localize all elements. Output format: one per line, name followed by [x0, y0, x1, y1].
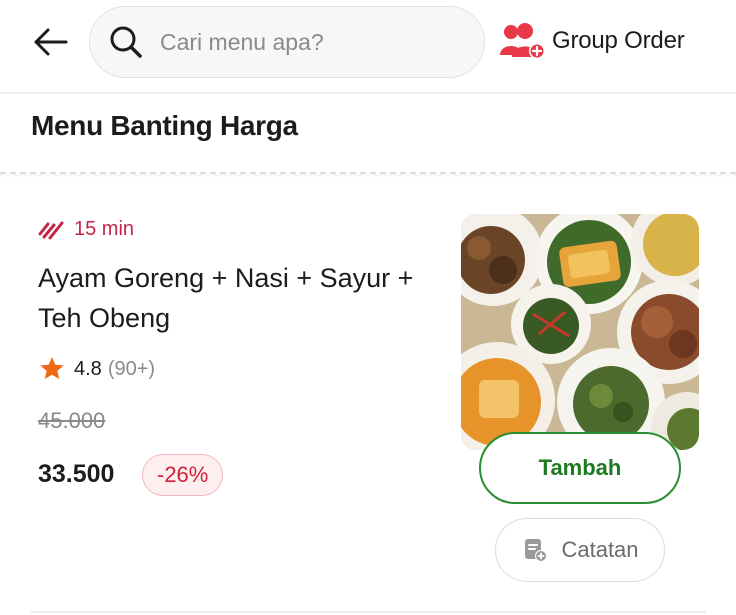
- add-to-cart-button[interactable]: Tambah: [479, 432, 681, 504]
- speed-icon: [38, 220, 68, 240]
- search-input[interactable]: [160, 28, 460, 56]
- rating-count: (90+): [107, 357, 156, 380]
- group-order-button[interactable]: Group Order: [500, 20, 685, 62]
- rating-value: 4.8: [74, 357, 102, 380]
- rating: 4.8 (90+): [38, 355, 155, 383]
- top-bar: Group Order: [0, 0, 736, 92]
- item-name: Ayam Goreng + Nasi + Sayur + Teh Obeng: [38, 263, 414, 333]
- back-button[interactable]: [28, 22, 72, 62]
- arrow-left-icon: [34, 28, 68, 56]
- group-order-label: Group Order: [552, 27, 685, 54]
- original-price: 45.000: [38, 408, 106, 433]
- note-add-icon: [521, 536, 549, 564]
- discount-badge: -26%: [142, 454, 224, 496]
- food-photo[interactable]: [461, 214, 699, 450]
- note-button[interactable]: Catatan: [495, 518, 665, 582]
- group-add-icon: [500, 20, 546, 62]
- star-icon: [40, 357, 64, 380]
- delivery-eta: 15 min: [38, 218, 134, 241]
- item-divider: [31, 611, 706, 613]
- section-dashed-divider: [0, 172, 736, 178]
- search-bar[interactable]: [89, 6, 485, 78]
- note-label: Catatan: [561, 537, 639, 562]
- search-icon: [106, 22, 146, 62]
- section-title: Menu Banting Harga: [31, 110, 298, 141]
- eta-text: 15 min: [74, 218, 135, 240]
- header-divider: [0, 92, 736, 94]
- discounted-price: 33.500: [38, 460, 115, 488]
